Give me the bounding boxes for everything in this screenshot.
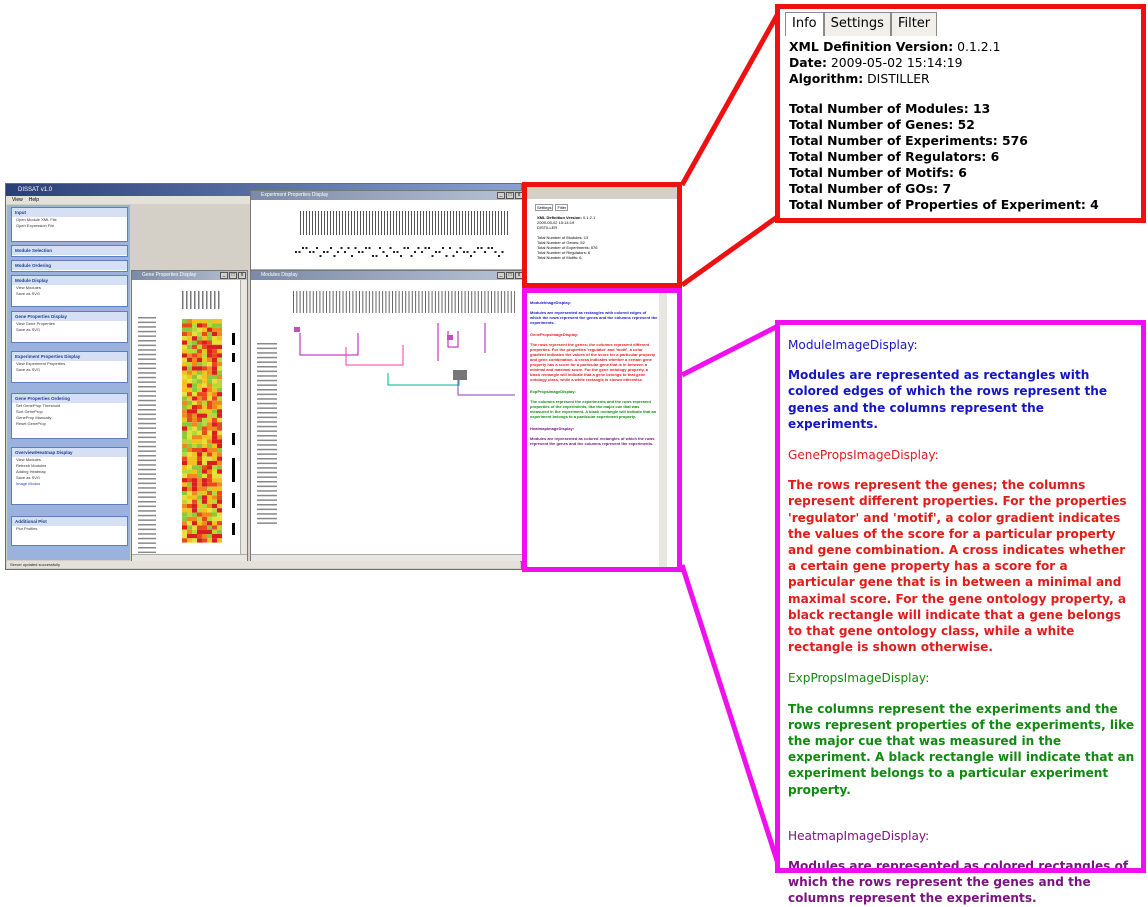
connector-line — [679, 564, 783, 871]
connector-line — [680, 322, 782, 378]
zoom-frame-description — [775, 320, 1146, 873]
connector-line — [679, 8, 783, 187]
connector-line — [680, 212, 782, 288]
zoom-frame-info — [775, 4, 1146, 223]
